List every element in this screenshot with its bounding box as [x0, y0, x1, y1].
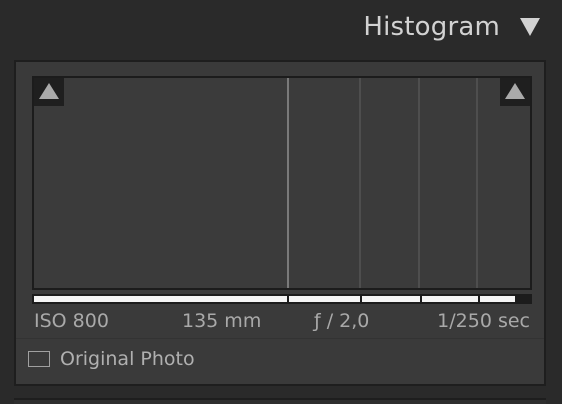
original-photo-checkbox[interactable] [28, 351, 50, 367]
tone-zone-divider [420, 294, 422, 304]
panel-title: Histogram [363, 12, 500, 42]
panel-header[interactable]: Histogram [0, 0, 562, 58]
shadow-clipping-icon [39, 83, 59, 99]
histogram-panel-body: ISO 800 135 mm ƒ / 2,0 1/250 sec Origina… [14, 60, 546, 386]
exif-iso: ISO 800 [34, 310, 109, 332]
histogram-panel-root: Histogram ISO 800 135 mm ƒ / 2,0 1/250 s… [0, 0, 562, 404]
shadow-clipping-button[interactable] [34, 78, 64, 106]
histogram-guide-line [287, 78, 289, 288]
tone-zone-fill [34, 296, 515, 302]
next-panel-edge [14, 398, 546, 404]
tone-zone-divider [478, 294, 480, 304]
highlight-clipping-icon [505, 83, 525, 99]
collapse-triangle-icon[interactable] [520, 18, 540, 36]
histogram-guide-line [359, 78, 361, 288]
original-photo-label: Original Photo [60, 348, 195, 370]
panel-divider [16, 338, 544, 339]
histogram-display[interactable] [32, 76, 532, 290]
tone-zone-divider [287, 294, 289, 304]
original-photo-toggle[interactable]: Original Photo [28, 346, 195, 372]
exif-info-row: ISO 800 135 mm ƒ / 2,0 1/250 sec [32, 306, 532, 336]
exif-focal-length: 135 mm [182, 310, 262, 332]
histogram-guide-line [418, 78, 420, 288]
exif-aperture: ƒ / 2,0 [314, 310, 370, 332]
exif-shutter-speed: 1/250 sec [437, 310, 530, 332]
histogram-guide-line [476, 78, 478, 288]
tone-zone-bar [32, 294, 532, 304]
tone-zone-divider [360, 294, 362, 304]
highlight-clipping-button[interactable] [500, 78, 530, 106]
